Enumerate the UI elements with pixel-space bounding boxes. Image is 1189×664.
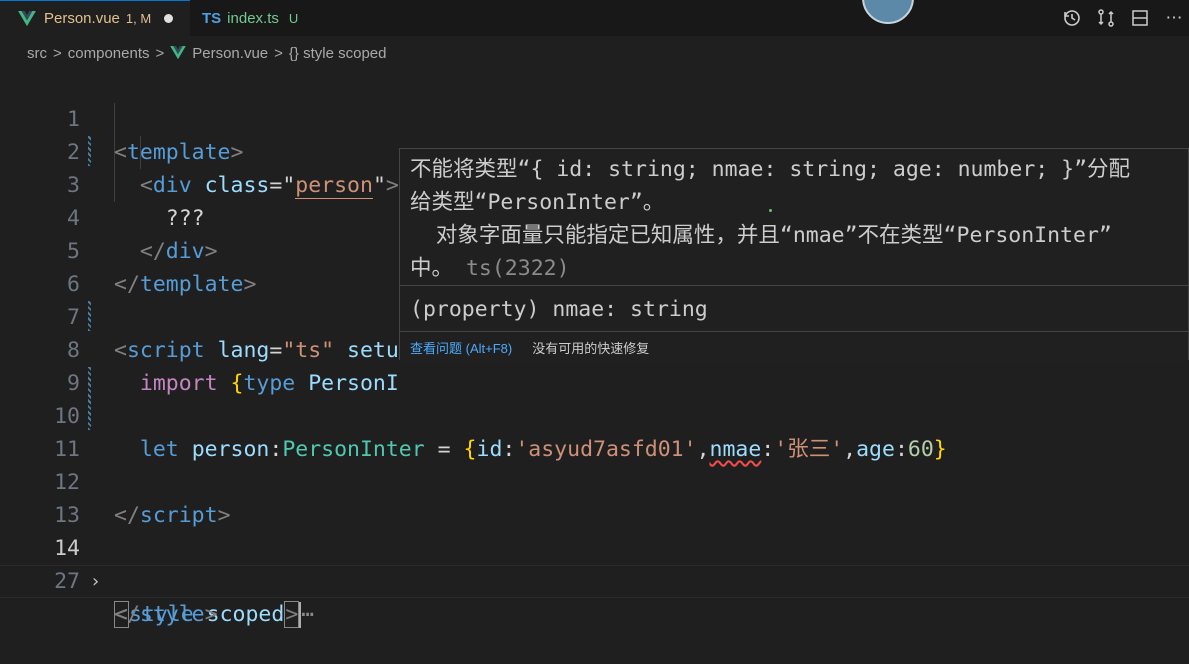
current-line-highlight [0, 565, 1189, 598]
avatar [862, 0, 914, 24]
tag-name: style [139, 602, 205, 627]
hover-footer: 查看问题 (Alt+F8) 没有可用的快速修复 [400, 331, 1188, 362]
breadcrumb-item-src[interactable]: src [27, 45, 47, 62]
code-line[interactable]: 11 [0, 400, 1189, 462]
no-quick-fix-text: 没有可用的快速修复 [532, 340, 650, 356]
tab-person-vue[interactable]: Person.vue 1, M [0, 0, 190, 36]
code-line-active[interactable]: 14 › <style scoped> ⋯ [0, 499, 1189, 628]
tab-status: U [288, 10, 299, 26]
chevron-right-icon: > [53, 44, 62, 62]
code-line[interactable]: 12 </script> [0, 433, 1189, 528]
vue-icon [18, 10, 36, 26]
attr-name: scoped [206, 602, 285, 627]
breadcrumb-item-symbol[interactable]: {} style scoped [289, 45, 387, 62]
timeline-history-icon[interactable] [1061, 7, 1083, 29]
tag-open: </ [114, 602, 140, 627]
tab-status: 1, M [125, 11, 152, 26]
code-line[interactable]: 1 <template> [0, 70, 1189, 165]
breadcrumb: src > components > Person.vue > {} style… [0, 36, 1189, 70]
error-message-line: 中。 [410, 256, 454, 281]
error-message-line: 给类型“PersonInter”。 [410, 190, 665, 215]
more-actions-icon[interactable]: ⋯ [1163, 7, 1185, 29]
error-message: 不能将类型“{ id: string; nmae: string; age: n… [410, 153, 1180, 285]
divider [400, 285, 1188, 286]
error-code: ts(2322) [465, 256, 570, 281]
cursor-dot [769, 209, 772, 212]
view-problem-link[interactable]: 查看问题 (Alt+F8) [410, 338, 512, 357]
fold-chevron-right-icon[interactable]: › [90, 565, 101, 598]
line-number: 27 [54, 569, 80, 594]
error-message-line: 对象字面量只能指定已知属性，并且“nmae”不在类型“PersonInter” [410, 223, 1112, 248]
hover-tooltip: 不能将类型“{ id: string; nmae: string; age: n… [399, 148, 1189, 362]
vue-icon [170, 46, 187, 60]
error-message-line: 不能将类型“{ id: string; nmae: string; age: n… [410, 157, 1131, 182]
tab-index-ts[interactable]: TS index.ts U [190, 0, 335, 36]
split-editor-icon[interactable] [1129, 7, 1151, 29]
tab-label: index.ts [227, 9, 279, 27]
code-line[interactable]: 27 </style> [0, 532, 1189, 627]
tag-close: > [204, 602, 218, 627]
code-line[interactable]: 2 <div class="person"> [0, 103, 1189, 199]
chevron-right-icon: > [155, 44, 165, 62]
typescript-icon: TS [202, 9, 222, 27]
chevron-right-icon: > [274, 44, 283, 62]
folded-ellipsis[interactable]: ⋯ [301, 602, 314, 627]
code-line[interactable]: 13 [0, 466, 1189, 528]
property-signature: (property) nmae: string [410, 297, 708, 322]
tag-close: > [284, 601, 300, 628]
breadcrumb-item-components[interactable]: components [68, 45, 150, 62]
unsaved-dot-icon[interactable] [164, 14, 174, 23]
code-line[interactable]: 10 let person:PersonInter = {id:'asyud7a… [0, 367, 1189, 462]
tab-bar: Person.vue 1, M TS index.ts U ⋯ [0, 0, 1189, 36]
tab-label: Person.vue [44, 10, 120, 27]
compare-changes-icon[interactable] [1095, 7, 1117, 29]
breadcrumb-item-file[interactable]: Person.vue [192, 45, 268, 62]
